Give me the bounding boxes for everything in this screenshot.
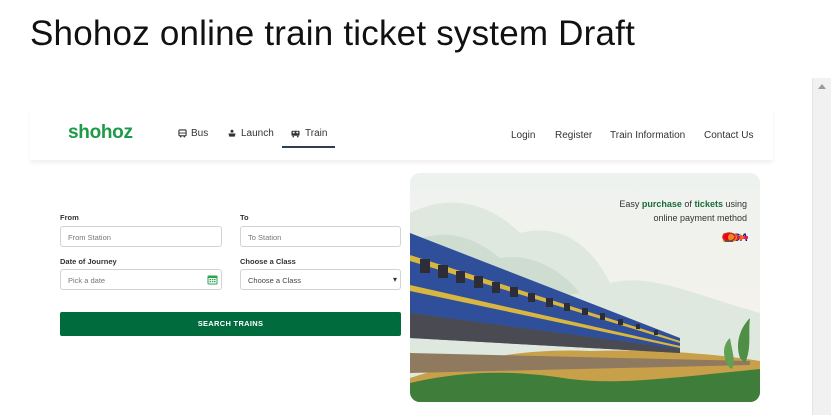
from-station-placeholder: From Station (68, 233, 111, 242)
class-selected-value: Choose a Class (248, 276, 301, 285)
top-navbar: shohoz Bus Launch Train Login Register T… (30, 110, 773, 160)
hero-tagline-line1: Easy purchase of tickets using (619, 199, 747, 209)
date-of-journey-label: Date of Journey (60, 257, 117, 266)
date-picker-input[interactable]: Pick a date (60, 269, 222, 290)
nav-item-bus-label: Bus (191, 128, 209, 139)
nav-item-train-label: Train (305, 128, 328, 139)
nav-item-launch[interactable]: Launch (227, 128, 274, 139)
class-select[interactable]: Choose a Class ▾ (240, 269, 401, 290)
hero-tagline-line2: online payment method (653, 213, 747, 223)
dbbl-logo-icon (722, 232, 737, 242)
scroll-up-arrow-icon[interactable] (818, 84, 826, 89)
to-label: To (240, 213, 249, 222)
active-tab-indicator (282, 146, 335, 148)
hero-banner: Easy purchase of tickets using online pa… (410, 173, 760, 402)
nav-item-launch-label: Launch (241, 128, 274, 139)
search-trains-button[interactable]: SEARCH TRAINS (60, 312, 401, 336)
payment-methods: VISA (722, 232, 749, 244)
to-station-placeholder: To Station (248, 233, 282, 242)
register-link[interactable]: Register (555, 130, 592, 141)
from-label: From (60, 213, 79, 222)
login-link[interactable]: Login (511, 130, 535, 141)
nav-item-bus[interactable]: Bus (178, 128, 208, 139)
from-station-input[interactable]: From Station (60, 226, 222, 247)
ship-icon (228, 129, 236, 137)
vertical-scrollbar[interactable] (812, 78, 831, 415)
bus-icon (178, 129, 187, 138)
choose-class-label: Choose a Class (240, 257, 296, 266)
shohoz-logo[interactable]: shohoz (68, 122, 133, 144)
contact-us-link[interactable]: Contact Us (704, 130, 753, 141)
nav-item-train[interactable]: Train (290, 128, 327, 139)
calendar-icon[interactable] (207, 274, 218, 285)
train-information-link[interactable]: Train Information (610, 130, 685, 141)
document-title: Shohoz online train ticket system Draft (30, 14, 636, 53)
to-station-input[interactable]: To Station (240, 226, 401, 247)
train-icon (291, 130, 300, 138)
chevron-down-icon: ▾ (392, 275, 397, 284)
date-placeholder: Pick a date (68, 276, 106, 285)
